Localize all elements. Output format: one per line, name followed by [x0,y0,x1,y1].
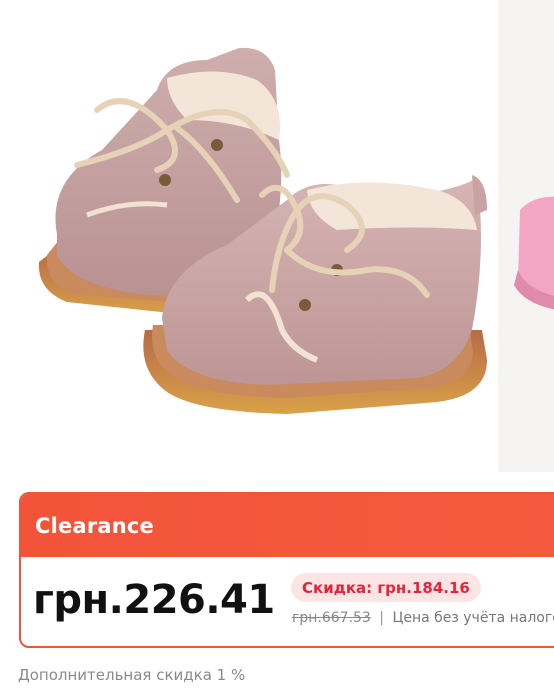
clearance-title: Clearance [35,513,154,538]
product-image-next[interactable] [498,0,554,472]
separator: | [379,610,385,626]
old-price: грн.667.53 [292,610,371,626]
product-image-gallery[interactable] [0,0,554,472]
baby-boots-image [17,0,490,472]
pink-shoe-image [498,0,554,472]
tax-note: Цена без учёта налогов [392,610,554,626]
current-price: грн.226.41 [33,577,275,623]
product-image-main[interactable] [17,0,490,472]
clearance-card: Clearance грн.226.41 Скидка: грн.184.16 … [19,492,554,648]
product-page: Clearance грн.226.41 Скидка: грн.184.16 … [0,0,554,699]
price-section: грн.226.41 Скидка: грн.184.16 грн.667.53… [21,557,554,646]
old-price-line: грн.667.53 | Цена без учёта налогов [292,610,554,626]
discount-badge: Скидка: грн.184.16 [291,573,481,602]
clearance-header: Clearance [21,494,554,557]
extra-discount-text: Дополнительная скидка 1 % [18,666,246,684]
